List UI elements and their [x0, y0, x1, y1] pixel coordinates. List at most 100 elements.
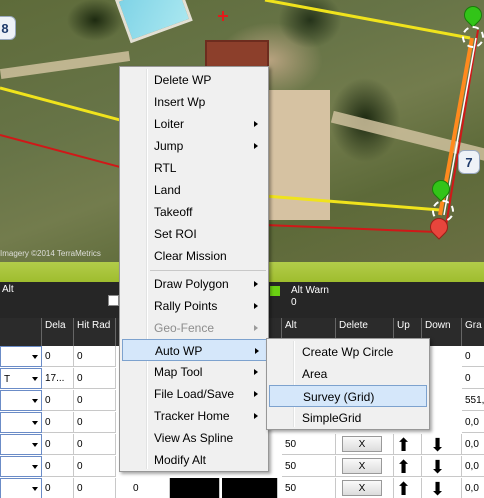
arrow-down-icon[interactable]: ⬇	[430, 479, 445, 498]
auto-wp-submenu: Create Wp Circle Area Survey (Grid) Simp…	[266, 338, 430, 430]
column-header[interactable]: Dela	[42, 318, 74, 346]
menu-item-land[interactable]: Land	[122, 179, 266, 201]
table-cell[interactable]: 0	[42, 412, 74, 433]
table-cell[interactable]: 0	[74, 478, 116, 498]
menu-item-insert-wp[interactable]: Insert Wp	[122, 91, 266, 113]
menu-item-view-as-spline[interactable]: View As Spline	[122, 427, 266, 449]
menu-item-map-tool[interactable]: Map Tool	[122, 361, 266, 383]
waypoint-radius-icon	[462, 26, 484, 48]
table-cell[interactable]: 0	[74, 456, 116, 477]
table-cell[interactable]: 0	[130, 478, 170, 498]
table-cell[interactable]: 0	[74, 434, 116, 455]
map-center-crosshair-icon	[218, 11, 228, 21]
menu-item-jump[interactable]: Jump	[122, 135, 266, 157]
menu-item-rtl[interactable]: RTL	[122, 157, 266, 179]
arrow-up-icon[interactable]: ⬆	[396, 457, 411, 476]
arrow-down-icon[interactable]: ⬇	[430, 435, 445, 454]
table-cell[interactable]: 0	[74, 390, 116, 411]
move-down-cell: ⬇	[422, 456, 462, 477]
delete-cell: X	[336, 434, 394, 455]
command-select[interactable]	[0, 456, 42, 477]
move-up-cell: ⬆	[394, 456, 422, 477]
menu-item-set-roi[interactable]: Set ROI	[122, 223, 266, 245]
table-cell[interactable]: 0	[42, 478, 74, 498]
checkbox[interactable]	[108, 295, 119, 306]
menu-item-delete-wp[interactable]: Delete WP	[122, 69, 266, 91]
move-down-cell: ⬇	[422, 434, 462, 455]
table-cell[interactable]: 0	[42, 390, 74, 411]
menu-item-takeoff[interactable]: Takeoff	[122, 201, 266, 223]
submenu-arrow-icon	[254, 369, 258, 375]
delete-cell: X	[336, 478, 394, 498]
menu-item-clear-mission[interactable]: Clear Mission	[122, 245, 266, 267]
table-row[interactable]: 0 0 0 50 X ⬆ ⬇ 0,0	[0, 478, 484, 498]
menu-item-survey-grid[interactable]: Survey (Grid)	[269, 385, 427, 407]
submenu-arrow-icon	[254, 325, 258, 331]
command-select[interactable]	[0, 390, 42, 411]
table-cell[interactable]	[170, 478, 220, 498]
arrow-up-icon[interactable]: ⬆	[396, 435, 411, 454]
menu-separator	[150, 270, 266, 271]
table-cell[interactable]: 0	[462, 346, 484, 367]
waypoint-label[interactable]: 7	[458, 150, 480, 174]
delete-cell: X	[336, 456, 394, 477]
fence-line	[264, 224, 438, 233]
alt-warn-value: 0	[291, 297, 297, 308]
table-cell[interactable]: 0	[42, 346, 74, 367]
table-cell[interactable]: 50	[282, 478, 336, 498]
table-cell[interactable]: 0,0	[462, 478, 484, 498]
submenu-arrow-icon	[254, 391, 258, 397]
move-up-cell: ⬆	[394, 434, 422, 455]
menu-item-loiter[interactable]: Loiter	[122, 113, 266, 135]
home-marker-icon[interactable]	[426, 214, 452, 242]
table-cell[interactable]: 0	[42, 434, 74, 455]
command-select[interactable]	[0, 412, 42, 433]
waypoint-label[interactable]: 8	[0, 16, 16, 40]
command-select[interactable]	[0, 478, 42, 498]
move-down-cell: ⬇	[422, 478, 462, 498]
table-cell[interactable]: 0	[74, 368, 116, 389]
command-select[interactable]: T	[0, 368, 42, 389]
map-context-menu: Delete WP Insert Wp Loiter Jump RTL Land…	[119, 66, 269, 472]
menu-item-file-load-save[interactable]: File Load/Save	[122, 383, 266, 405]
table-cell[interactable]: 50	[282, 456, 336, 477]
command-select[interactable]	[0, 346, 42, 367]
column-header-command[interactable]	[0, 318, 42, 346]
submenu-arrow-icon	[255, 348, 259, 354]
move-up-cell: ⬆	[394, 478, 422, 498]
menu-item-tracker-home[interactable]: Tracker Home	[122, 405, 266, 427]
column-header[interactable]: Hit Rad	[74, 318, 116, 346]
status-indicator	[270, 286, 280, 296]
menu-item-create-wp-circle[interactable]: Create Wp Circle	[269, 341, 427, 363]
arrow-down-icon[interactable]: ⬇	[430, 457, 445, 476]
delete-row-button[interactable]: X	[342, 458, 382, 474]
menu-item-modify-alt[interactable]: Modify Alt	[122, 449, 266, 471]
table-cell[interactable]: 0,0	[462, 412, 484, 433]
menu-item-auto-wp[interactable]: Auto WP	[122, 339, 268, 361]
menu-item-simplegrid[interactable]: SimpleGrid	[269, 407, 427, 429]
table-cell[interactable]: 50	[282, 434, 336, 455]
table-cell[interactable]: 551,	[462, 390, 484, 411]
submenu-arrow-icon	[254, 143, 258, 149]
table-cell[interactable]: 0	[462, 368, 484, 389]
arrow-up-icon[interactable]: ⬆	[396, 479, 411, 498]
submenu-arrow-icon	[254, 121, 258, 127]
submenu-arrow-icon	[254, 281, 258, 287]
mission-path-segment	[264, 0, 471, 40]
table-cell[interactable]	[222, 478, 278, 498]
table-cell[interactable]: 17...	[42, 368, 74, 389]
delete-row-button[interactable]: X	[342, 480, 382, 496]
menu-item-geo-fence: Geo-Fence	[122, 317, 266, 339]
delete-row-button[interactable]: X	[342, 436, 382, 452]
table-cell[interactable]: 0	[74, 346, 116, 367]
table-cell[interactable]: 0	[42, 456, 74, 477]
table-cell[interactable]: 0,0	[462, 456, 484, 477]
alt-label: Alt	[2, 284, 14, 295]
table-cell[interactable]: 0,0	[462, 434, 484, 455]
menu-item-draw-polygon[interactable]: Draw Polygon	[122, 273, 266, 295]
menu-item-rally-points[interactable]: Rally Points	[122, 295, 266, 317]
command-select[interactable]	[0, 434, 42, 455]
column-header[interactable]: Gra	[462, 318, 484, 346]
menu-item-area[interactable]: Area	[269, 363, 427, 385]
table-cell[interactable]: 0	[74, 412, 116, 433]
